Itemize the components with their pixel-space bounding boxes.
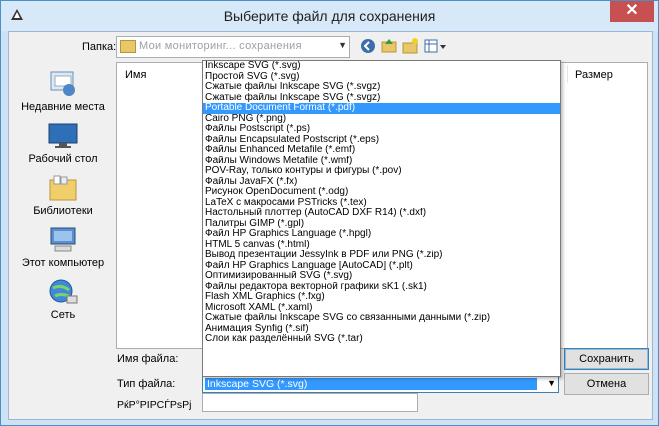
filetype-option[interactable]: Сжатые файлы Inkscape SVG со связанными …	[203, 313, 560, 324]
new-folder-icon[interactable]	[401, 37, 419, 55]
chevron-down-icon: ▼	[338, 40, 347, 50]
filetype-option[interactable]: Файл HP Graphics Language [AutoCAD] (*.p…	[203, 261, 560, 272]
filetype-option[interactable]: Portable Document Format (*.pdf)	[203, 103, 560, 114]
libraries-icon	[47, 174, 79, 202]
filetype-option[interactable]: Анимация Synfig (*.sif)	[203, 324, 560, 335]
filetype-option[interactable]: Inkscape SVG (*.svg)	[203, 61, 560, 72]
filetype-combo[interactable]: Inkscape SVG (*.svg) ▼	[202, 375, 559, 393]
place-label: Рабочий стол	[28, 153, 98, 165]
extra-input[interactable]	[202, 393, 418, 412]
column-divider[interactable]	[567, 65, 568, 83]
desktop-icon	[47, 122, 79, 150]
places-bar: Недавние места Рабочий стол Библиотеки Э…	[15, 62, 111, 349]
filetype-label: Тип файла:	[117, 378, 176, 390]
place-network[interactable]: Сеть	[15, 278, 111, 321]
filetype-value: Inkscape SVG (*.svg)	[205, 378, 537, 390]
filetype-option[interactable]: Файлы редактора векторной графики sK1 (.…	[203, 282, 560, 293]
save-dialog: Выберите файл для сохранения ✕ Папка: Мо…	[0, 0, 659, 426]
column-header-size[interactable]: Размер	[575, 69, 613, 81]
dialog-body: Папка: Мои мониторинг... сохранения ▼ Не…	[8, 31, 653, 420]
filetype-option[interactable]: POV-Ray, только контуры и фигуры (*.pov)	[203, 166, 560, 177]
title-bar: Выберите файл для сохранения ✕	[1, 1, 658, 31]
filetype-dropdown[interactable]: Inkscape SVG (*.svg) Простой SVG (*.svg) С…	[202, 60, 561, 377]
filetype-option[interactable]: Слои как разделённый SVG (*.tar)	[203, 334, 560, 345]
filetype-option[interactable]: Flash XML Graphics (*.fxg)	[203, 292, 560, 303]
filetype-option[interactable]: Настольный плоттер (AutoCAD DXF R14) (*.…	[203, 208, 560, 219]
computer-icon	[47, 226, 79, 254]
place-label: Сеть	[50, 309, 76, 321]
place-desktop[interactable]: Рабочий стол	[15, 122, 111, 165]
filetype-option[interactable]: Файлы Postscript (*.ps)	[203, 124, 560, 135]
close-button[interactable]: ✕	[610, 1, 654, 22]
up-folder-icon[interactable]	[380, 37, 398, 55]
filetype-option[interactable]: Microsoft XAML (*.xaml)	[203, 303, 560, 314]
place-label: Этот компьютер	[21, 257, 105, 269]
place-libraries[interactable]: Библиотеки	[15, 174, 111, 217]
network-icon	[47, 278, 79, 306]
filetype-option[interactable]: Файлы Encapsulated Postscript (*.eps)	[203, 135, 560, 146]
filetype-option[interactable]: Cairo PNG (*.png)	[203, 114, 560, 125]
filetype-option[interactable]: Палитры GIMP (*.gpl)	[203, 219, 560, 230]
view-menu-icon[interactable]	[423, 37, 447, 55]
extra-label: РќР°РІРСЃРѕРј	[117, 399, 192, 411]
column-header-name[interactable]: Имя	[125, 69, 146, 81]
folder-icon	[120, 40, 136, 53]
save-button[interactable]: Сохранить	[564, 348, 649, 370]
back-icon[interactable]	[359, 37, 377, 55]
place-recent[interactable]: Недавние места	[15, 70, 111, 113]
filetype-option[interactable]: Файлы JavaFX (*.fx)	[203, 177, 560, 188]
filetype-option[interactable]: Файл HP Graphics Language (*.hpgl)	[203, 229, 560, 240]
filename-label: Имя файла:	[117, 353, 179, 365]
folder-label: Папка:	[82, 41, 117, 53]
folder-value: Мои мониторинг... сохранения	[139, 40, 302, 52]
chevron-down-icon: ▼	[547, 378, 556, 388]
place-label: Библиотеки	[33, 205, 93, 217]
window-title: Выберите файл для сохранения	[223, 8, 436, 24]
filetype-option[interactable]: HTML 5 canvas (*.html)	[203, 240, 560, 251]
filetype-option[interactable]: Вывод презентации JessyInk в PDF или PNG…	[203, 250, 560, 261]
cancel-button[interactable]: Отмена	[564, 373, 649, 395]
recent-places-icon	[47, 70, 79, 98]
filetype-option[interactable]: Оптимизированный SVG (*.svg)	[203, 271, 560, 282]
folder-combo[interactable]: Мои мониторинг... сохранения ▼	[116, 36, 350, 58]
filetype-option[interactable]: Файлы Enhanced Metafile (*.emf)	[203, 145, 560, 156]
filetype-option[interactable]: Рисунок OpenDocument (*.odg)	[203, 187, 560, 198]
filetype-option[interactable]: Сжатые файлы Inkscape SVG (*.svgz)	[203, 82, 560, 93]
filetype-option[interactable]: Файлы Windows Metafile (*.wmf)	[203, 156, 560, 167]
filetype-option[interactable]: LaTeX с макросами PSTricks (*.tex)	[203, 198, 560, 209]
filetype-option[interactable]: Сжатые файлы Inkscape SVG (*.svgz)	[203, 93, 560, 104]
place-label: Недавние места	[21, 101, 105, 113]
filetype-option[interactable]: Простой SVG (*.svg)	[203, 72, 560, 83]
place-computer[interactable]: Этот компьютер	[15, 226, 111, 269]
